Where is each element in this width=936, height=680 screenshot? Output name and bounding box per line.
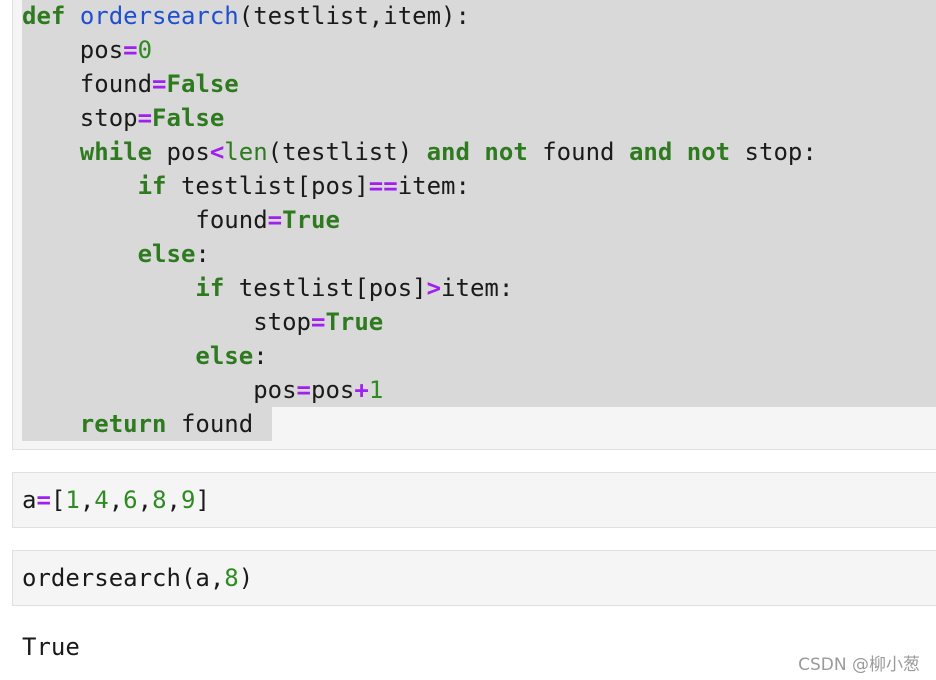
- code-line: a=[1,4,6,8,9]: [22, 483, 210, 517]
- code-token: ,: [166, 486, 181, 514]
- code-token: =: [267, 206, 283, 234]
- code-line: found=False: [22, 67, 239, 101]
- code-cell-ordersearch-call[interactable]: ordersearch(a,8): [12, 550, 936, 606]
- code-token: found: [166, 410, 254, 438]
- code-token: True: [325, 308, 384, 336]
- code-token: item:: [397, 172, 470, 200]
- code-cell-list-assign[interactable]: a=[1,4,6,8,9]: [12, 472, 936, 528]
- code-line: while pos<len(testlist) and not found an…: [22, 135, 817, 169]
- code-token: (testlist): [267, 138, 427, 166]
- code-token: stop: [22, 104, 138, 132]
- csdn-watermark: CSDN @柳小葱: [798, 655, 920, 675]
- code-line: stop=False: [22, 101, 225, 135]
- code-token: [: [50, 486, 66, 514]
- code-token: len: [224, 138, 268, 166]
- code-token: =: [36, 486, 51, 514]
- code-token: ,: [79, 486, 95, 514]
- code-token: 4: [94, 486, 109, 514]
- code-token: (testlist,item):: [238, 2, 470, 30]
- code-line: else:: [22, 339, 268, 373]
- code-token: =: [137, 104, 153, 132]
- code-token: found: [22, 70, 153, 98]
- code-line: else:: [22, 237, 210, 271]
- code-token: pos: [22, 376, 297, 404]
- code-token: True: [282, 206, 340, 234]
- code-token: ]: [195, 486, 210, 514]
- code-line: pos=pos+1: [22, 373, 383, 407]
- code-token: return: [79, 410, 167, 438]
- code-token: pos: [152, 138, 210, 166]
- code-token: ordersearch(a,: [22, 564, 225, 592]
- code-token: =: [123, 36, 138, 64]
- code-token: pos: [311, 376, 355, 404]
- code-token: found: [527, 138, 629, 166]
- code-line: def ordersearch(testlist,item):: [22, 0, 470, 33]
- code-token: ): [238, 564, 254, 592]
- code-token: and: [426, 138, 470, 166]
- code-token: 6: [123, 486, 138, 514]
- code-token: testlist[pos]: [166, 172, 369, 200]
- code-line: found=True: [22, 203, 340, 237]
- code-token: ,: [108, 486, 124, 514]
- code-token: if: [137, 172, 167, 200]
- code-token: testlist[pos]: [224, 274, 427, 302]
- code-token: 0: [137, 36, 153, 64]
- code-token: ,: [137, 486, 153, 514]
- code-token: False: [166, 70, 239, 98]
- cell-output: True: [22, 633, 80, 661]
- code-token: pos: [22, 36, 124, 64]
- code-line: if testlist[pos]>item:: [22, 271, 513, 305]
- code-token: found: [22, 206, 268, 234]
- code-token: def: [22, 2, 66, 30]
- code-token: :: [253, 342, 268, 370]
- code-token: =: [296, 376, 311, 404]
- code-token: ==: [368, 172, 398, 200]
- code-token: ordersearch: [79, 2, 239, 30]
- code-token: :: [195, 240, 210, 268]
- code-token: False: [152, 104, 225, 132]
- code-token: 1: [368, 376, 384, 404]
- code-token: >: [426, 274, 442, 302]
- code-token: item:: [441, 274, 514, 302]
- code-line: return found: [22, 407, 253, 441]
- code-token: =: [152, 70, 167, 98]
- code-token: while: [79, 138, 153, 166]
- code-token: 8: [224, 564, 239, 592]
- code-token: 1: [65, 486, 80, 514]
- code-token: else: [195, 342, 254, 370]
- code-token: a: [22, 486, 37, 514]
- code-token: =: [310, 308, 326, 336]
- code-token: stop:: [730, 138, 817, 166]
- code-token: not: [686, 138, 731, 166]
- code-token: 8: [152, 486, 167, 514]
- code-token: stop: [22, 308, 311, 336]
- code-cell-ordersearch-def[interactable]: def ordersearch(testlist,item): pos=0 fo…: [12, 0, 936, 450]
- code-token: 9: [180, 486, 196, 514]
- code-token: if: [195, 274, 225, 302]
- code-token: and: [628, 138, 673, 166]
- code-token: +: [354, 376, 369, 404]
- code-line: if testlist[pos]==item:: [22, 169, 470, 203]
- code-line: ordersearch(a,8): [22, 561, 253, 595]
- code-token: not: [484, 138, 528, 166]
- code-line: pos=0: [22, 33, 152, 67]
- code-line: stop=True: [22, 305, 383, 339]
- code-token: else: [137, 240, 196, 268]
- code-token: <: [209, 138, 225, 166]
